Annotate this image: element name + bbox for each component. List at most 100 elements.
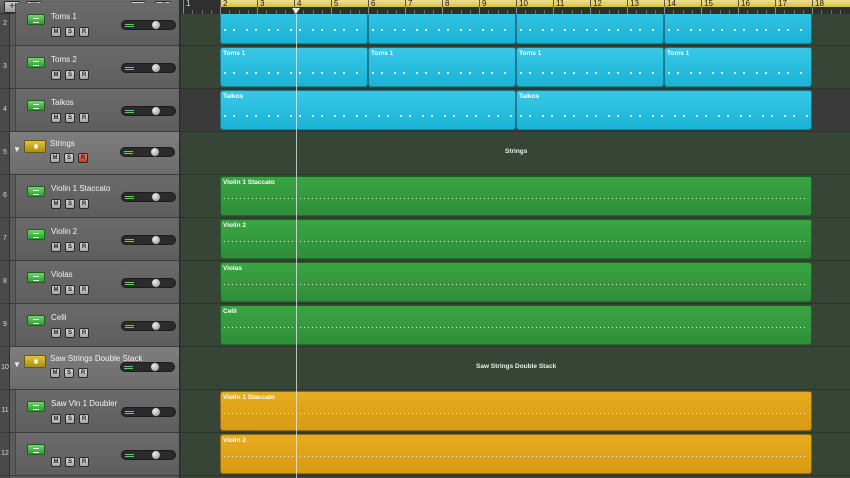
instrument-track-icon[interactable] — [27, 315, 45, 326]
volume-knob[interactable] — [151, 321, 161, 331]
solo-button[interactable]: S — [65, 328, 75, 338]
solo-button[interactable]: S — [65, 70, 75, 80]
solo-button[interactable]: S — [64, 153, 74, 163]
record-enable-button[interactable]: R — [79, 414, 89, 424]
volume-knob[interactable] — [150, 147, 160, 157]
mute-button[interactable]: M — [50, 368, 60, 378]
instrument-track-icon[interactable] — [27, 14, 45, 25]
volume-slider[interactable] — [120, 147, 175, 157]
drum-region[interactable]: Toms 1 — [368, 47, 516, 87]
track-lane[interactable]: Taikos Taikos — [181, 89, 850, 132]
mute-button[interactable]: M — [51, 414, 61, 424]
track-lane[interactable]: Strings — [181, 132, 850, 175]
instrument-track-icon[interactable] — [27, 444, 45, 455]
track-lane[interactable]: Celli — [181, 304, 850, 347]
folder-region-label[interactable]: Strings — [505, 148, 527, 155]
folder-track-icon[interactable] — [24, 355, 46, 368]
track-header-body[interactable]: ▼ Saw Strings Double Stack M S R — [10, 347, 179, 389]
record-enable-button[interactable]: R — [79, 113, 89, 123]
drum-region[interactable]: Toms 1 — [220, 14, 368, 44]
volume-knob[interactable] — [151, 278, 161, 288]
track-header[interactable]: 4 Taikos M S R — [0, 89, 179, 132]
track-header[interactable]: 3 Toms 2MSR — [0, 46, 179, 89]
solo-button[interactable]: S — [65, 457, 75, 467]
drum-region[interactable]: Toms 1 — [664, 47, 812, 87]
folder-track-header[interactable]: 10 ▼ Saw Strings Double Stack M S R — [0, 347, 179, 390]
track-header-body[interactable]: Celli M S R — [15, 304, 179, 346]
volume-knob[interactable] — [151, 407, 161, 417]
mute-button[interactable]: M — [50, 153, 60, 163]
playhead[interactable] — [295, 14, 297, 478]
instrument-track-icon[interactable] — [27, 401, 45, 412]
volume-slider[interactable] — [121, 235, 176, 245]
folder-track-icon[interactable] — [24, 140, 46, 153]
volume-slider[interactable] — [121, 321, 176, 331]
drum-region[interactable]: Toms 1 — [220, 47, 368, 87]
volume-knob[interactable] — [151, 235, 161, 245]
track-header-body[interactable]: Violas M S R — [15, 261, 179, 303]
solo-button[interactable]: S — [64, 368, 74, 378]
mute-button[interactable]: M — [51, 113, 61, 123]
disclosure-triangle-icon[interactable]: ▼ — [13, 360, 21, 369]
drum-region[interactable]: Taikos — [220, 90, 516, 130]
drum-region[interactable]: Toms 1 — [516, 47, 664, 87]
track-header-body[interactable]: Toms 1MSR — [15, 3, 179, 45]
mute-button[interactable]: M — [51, 242, 61, 252]
track-header[interactable]: 8 Violas M S R — [0, 261, 179, 304]
track-header[interactable]: 11 Saw Vln 1 Doubler M S R — [0, 390, 179, 433]
mute-button[interactable]: M — [51, 285, 61, 295]
volume-slider[interactable] — [121, 450, 176, 460]
volume-knob[interactable] — [151, 20, 161, 30]
track-lane[interactable]: Violin 2 — [181, 218, 850, 261]
volume-slider[interactable] — [121, 192, 176, 202]
track-lane[interactable]: Saw Strings Double Stack — [181, 347, 850, 390]
bar-ruler[interactable]: 1 2 3 4 5 6 7 8 9 10 11 12 13 14 15 16 17 18 — [181, 0, 850, 14]
instrument-track-icon[interactable] — [27, 100, 45, 111]
track-header[interactable]: 6 Violin 1 Staccato M S R — [0, 175, 179, 218]
solo-button[interactable]: S — [65, 199, 75, 209]
record-enable-button[interactable]: R — [79, 70, 89, 80]
arrange-area[interactable]: Toms 1Toms 1Toms 1Toms 1Toms 1Toms 1Toms… — [181, 14, 850, 478]
volume-slider[interactable] — [120, 362, 175, 372]
drum-region[interactable]: Toms 1 — [368, 14, 516, 44]
track-header-body[interactable]: Saw Vln 1 Doubler M S R — [15, 390, 179, 432]
solo-button[interactable]: S — [65, 285, 75, 295]
volume-slider[interactable] — [121, 63, 176, 73]
volume-slider[interactable] — [121, 407, 176, 417]
track-lane[interactable]: Toms 1Toms 1Toms 1Toms 1 — [181, 46, 850, 89]
record-enable-button[interactable]: R — [79, 199, 89, 209]
midi-region[interactable]: Violas — [220, 262, 812, 302]
record-enable-button[interactable]: R — [79, 457, 89, 467]
track-header-body[interactable]: Violin 2MSR — [15, 218, 179, 260]
track-lane[interactable]: Violin 1 Staccato — [181, 390, 850, 433]
record-enable-button[interactable]: R — [79, 27, 89, 37]
record-enable-button[interactable]: R — [78, 368, 88, 378]
track-lane[interactable]: Toms 1Toms 1Toms 1Toms 1 — [181, 14, 850, 46]
midi-region[interactable]: Violin 2 — [220, 219, 812, 259]
folder-track-header[interactable]: 5 ▼ Strings M S R — [0, 132, 179, 175]
drum-region[interactable]: Taikos — [516, 90, 812, 130]
drum-region[interactable]: Toms 1 — [664, 14, 812, 44]
record-enable-button[interactable]: R — [79, 242, 89, 252]
track-header-body[interactable]: MSR — [15, 433, 179, 475]
drum-region[interactable]: Toms 1 — [516, 14, 664, 44]
instrument-track-icon[interactable] — [27, 229, 45, 240]
record-enable-button[interactable]: R — [78, 153, 88, 163]
solo-button[interactable]: S — [65, 27, 75, 37]
track-lane[interactable]: Violin 2 — [181, 433, 850, 476]
instrument-track-icon[interactable] — [27, 186, 45, 197]
volume-knob[interactable] — [151, 192, 161, 202]
track-header[interactable]: 2 Toms 1MSR — [0, 3, 179, 46]
solo-button[interactable]: S — [65, 242, 75, 252]
cycle-region[interactable] — [220, 0, 850, 7]
mute-button[interactable]: M — [51, 70, 61, 80]
track-header[interactable]: 12 M S R — [0, 433, 179, 476]
folder-region-label[interactable]: Saw Strings Double Stack — [476, 363, 556, 370]
volume-slider[interactable] — [121, 278, 176, 288]
track-header-body[interactable]: Violin 1 Staccato M S R — [15, 175, 179, 217]
midi-region[interactable]: Violin 1 Staccato — [220, 176, 812, 216]
track-lane[interactable]: Violas — [181, 261, 850, 304]
mute-button[interactable]: M — [51, 328, 61, 338]
midi-region[interactable]: Violin 2 — [220, 434, 812, 474]
record-enable-button[interactable]: R — [79, 328, 89, 338]
